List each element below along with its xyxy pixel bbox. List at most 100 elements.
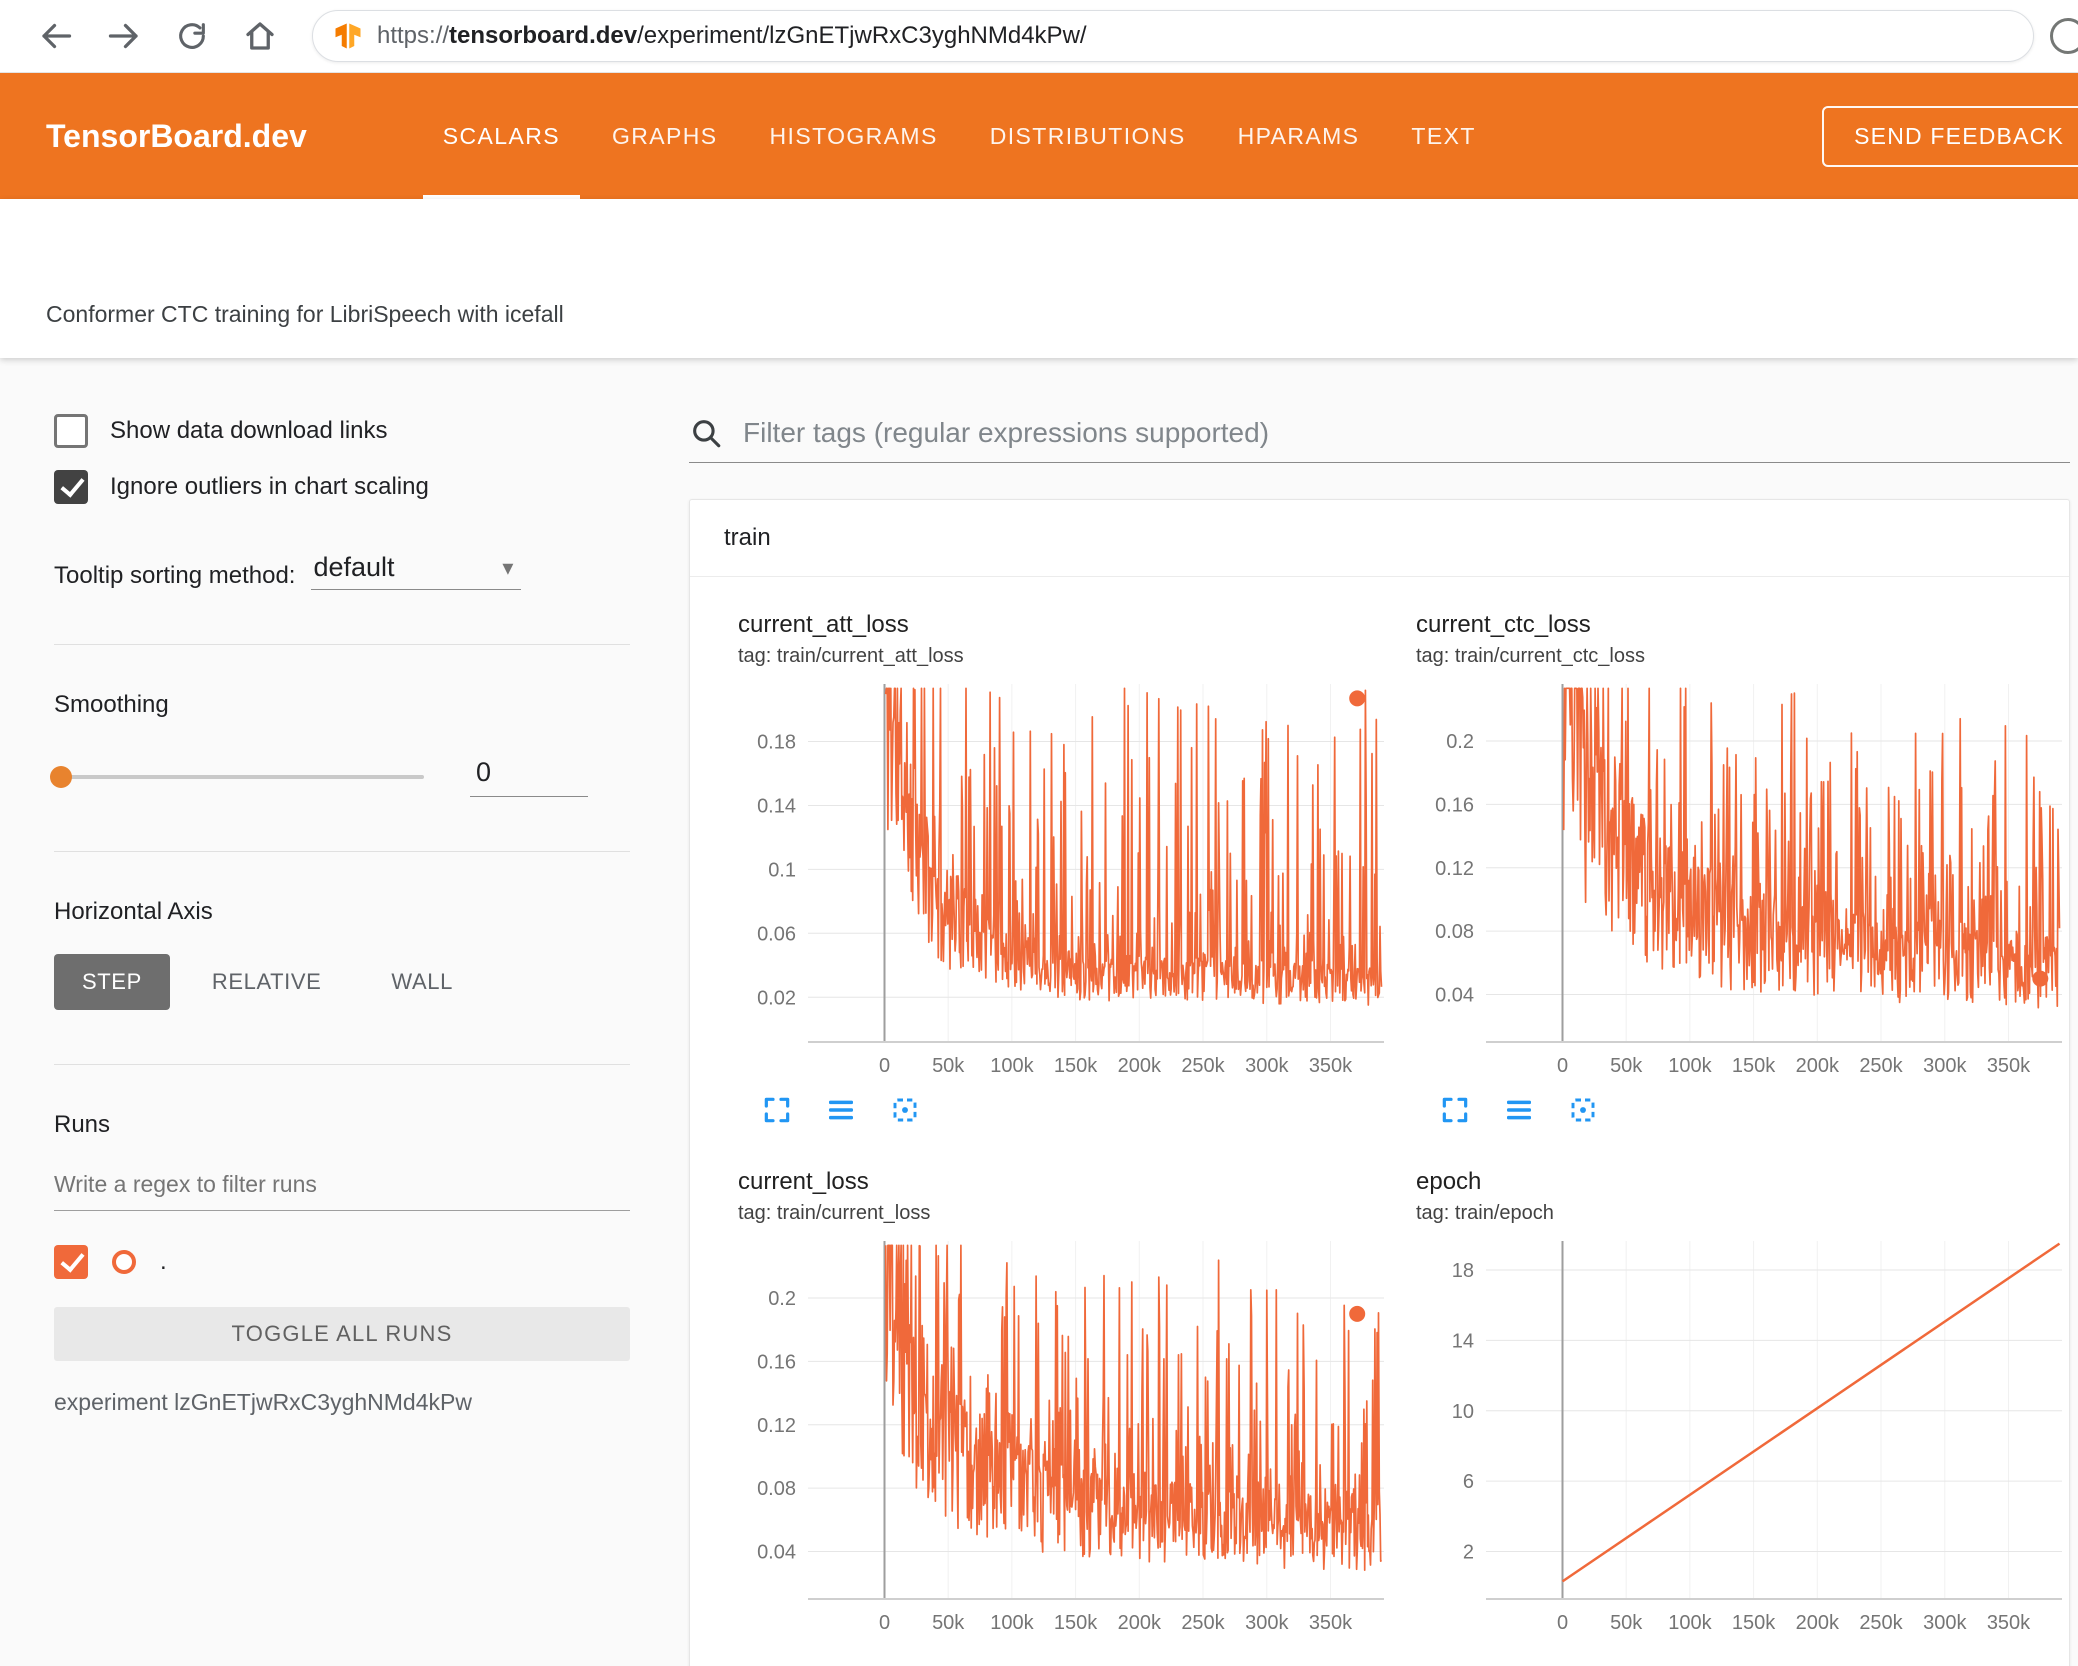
svg-text:300k: 300k (1245, 1612, 1289, 1634)
experiment-title: Conformer CTC training for LibriSpeech w… (46, 301, 564, 327)
app-header: TensorBoard.dev SCALARS GRAPHS HISTOGRAM… (0, 73, 2078, 199)
fullscreen-button[interactable] (760, 1093, 794, 1127)
smoothing-slider[interactable] (50, 766, 424, 788)
tab-scalars[interactable]: SCALARS (417, 73, 586, 199)
settings-sidebar: Show data download links Ignore outliers… (0, 358, 663, 1666)
url-bar[interactable]: https://tensorboard.dev/experiment/lzGnE… (312, 10, 2034, 62)
wall-button[interactable]: WALL (363, 954, 481, 1010)
tab-distributions[interactable]: DISTRIBUTIONS (964, 73, 1212, 199)
reload-icon (179, 23, 205, 49)
fullscreen-button[interactable] (1438, 1093, 1472, 1127)
ignore-outliers-row[interactable]: Ignore outliers in chart scaling (54, 470, 630, 504)
svg-text:350k: 350k (1987, 1055, 2031, 1077)
fit-domain-icon (1571, 1098, 1595, 1122)
chart-epoch: epoch tag: train/epoch 0 50k 100k 150k 200k 2… (1416, 1168, 2069, 1639)
send-feedback-button[interactable]: SEND FEEDBACK (1822, 105, 2078, 167)
tab-graphs[interactable]: GRAPHS (586, 73, 744, 199)
svg-text:150k: 150k (1732, 1055, 1776, 1077)
tab-histograms[interactable]: HISTOGRAMS (744, 73, 964, 199)
yaxis-toggle-button[interactable] (1502, 1093, 1536, 1127)
run-color-indicator[interactable] (112, 1250, 136, 1274)
svg-text:350k: 350k (1987, 1612, 2031, 1634)
svg-text:200k: 200k (1796, 1612, 1840, 1634)
tooltip-sorting-row: Tooltip sorting method: default ▾ (54, 552, 630, 590)
svg-text:100k: 100k (1668, 1055, 1712, 1077)
svg-text:0.04: 0.04 (1435, 985, 1474, 1007)
chart-plot[interactable]: 0 50k 100k 150k 200k 250k 300k 350k 0.04 0.08 0.12… (738, 1235, 1392, 1639)
chart-current-att-loss: current_att_loss tag: train/current_att_… (738, 611, 1392, 1128)
svg-text:0.1: 0.1 (768, 859, 796, 881)
runs-filter-input[interactable] (54, 1165, 630, 1211)
tab-hparams[interactable]: HPARAMS (1212, 73, 1386, 199)
profile-avatar[interactable] (2050, 18, 2078, 54)
svg-text:0.04: 0.04 (757, 1542, 796, 1564)
svg-text:6: 6 (1463, 1471, 1474, 1493)
content-area: Show data download links Ignore outliers… (0, 358, 2078, 1666)
svg-text:300k: 300k (1923, 1612, 1967, 1634)
run-label: . (160, 1248, 167, 1275)
chart-plot[interactable]: 0 50k 100k 150k 200k 250k 300k 350k 0.02 0.06 0.1 0… (738, 678, 1392, 1082)
svg-text:50k: 50k (1610, 1055, 1643, 1077)
url-scheme: https:// (377, 22, 450, 49)
svg-text:0.16: 0.16 (757, 1351, 796, 1373)
svg-text:0.2: 0.2 (1446, 731, 1474, 753)
run-list-item[interactable]: . (54, 1245, 630, 1279)
run-checkbox[interactable] (54, 1245, 88, 1279)
search-icon (689, 416, 723, 450)
browser-toolbar: https://tensorboard.dev/experiment/lzGnE… (0, 0, 2078, 73)
svg-text:0.08: 0.08 (1435, 921, 1474, 943)
chart-current-loss: current_loss tag: train/current_loss 0 50… (738, 1168, 1392, 1639)
ignore-outliers-label: Ignore outliers in chart scaling (110, 473, 429, 500)
svg-text:0.12: 0.12 (1435, 858, 1474, 880)
fit-domain-icon (893, 1098, 917, 1122)
chart-current-ctc-loss: current_ctc_loss tag: train/current_ctc_… (1416, 611, 2069, 1128)
svg-text:0: 0 (1557, 1055, 1568, 1077)
svg-text:150k: 150k (1732, 1612, 1776, 1634)
fit-data-button[interactable] (888, 1093, 922, 1127)
scalars-main: train current_att_loss tag: train/curren… (663, 358, 2078, 1666)
toggle-all-runs-button[interactable]: TOGGLE ALL RUNS (54, 1307, 630, 1361)
svg-text:100k: 100k (990, 1055, 1034, 1077)
svg-text:350k: 350k (1309, 1612, 1353, 1634)
tag-group-header[interactable]: train (690, 500, 2069, 577)
fit-data-button[interactable] (1566, 1093, 1600, 1127)
smoothing-value-input[interactable]: 0 (470, 757, 588, 797)
tooltip-sorting-dropdown[interactable]: default ▾ (311, 552, 522, 590)
horizontal-lines-icon (829, 1100, 853, 1120)
relative-button[interactable]: RELATIVE (184, 954, 350, 1010)
chart-plot[interactable]: 0 50k 100k 150k 200k 250k 300k 350k 2 6 10 14 18 (1416, 1235, 2069, 1639)
filter-tags-input[interactable] (741, 416, 2070, 450)
ignore-outliers-checkbox[interactable] (54, 470, 88, 504)
show-download-row[interactable]: Show data download links (54, 414, 630, 448)
charts-grid: current_att_loss tag: train/current_att_… (690, 577, 2069, 1666)
svg-text:150k: 150k (1054, 1055, 1098, 1077)
step-button[interactable]: STEP (54, 954, 170, 1010)
svg-text:50k: 50k (932, 1055, 965, 1077)
back-button[interactable] (36, 16, 76, 56)
forward-button[interactable] (104, 16, 144, 56)
smoothing-section: Smoothing 0 (50, 644, 630, 797)
general-settings-section: Show data download links Ignore outliers… (54, 414, 630, 590)
svg-text:350k: 350k (1309, 1055, 1353, 1077)
runs-label: Runs (54, 1111, 111, 1138)
show-download-checkbox[interactable] (54, 414, 88, 448)
slider-thumb[interactable] (50, 766, 72, 788)
url-text: https://tensorboard.dev/experiment/lzGnE… (377, 22, 1087, 50)
svg-text:0.2: 0.2 (768, 1288, 796, 1310)
chart-tag: tag: train/current_att_loss (738, 645, 964, 667)
nav-tabs: SCALARS GRAPHS HISTOGRAMS DISTRIBUTIONS … (417, 73, 1502, 199)
svg-text:150k: 150k (1054, 1612, 1098, 1634)
tab-text[interactable]: TEXT (1385, 73, 1501, 199)
tensorboard-favicon-icon (333, 21, 363, 51)
svg-text:250k: 250k (1859, 1055, 1903, 1077)
tag-group-title: train (724, 524, 771, 551)
chart-title: current_loss (738, 1168, 869, 1195)
tooltip-sorting-value: default (313, 552, 395, 582)
chart-plot[interactable]: 0 50k 100k 150k 200k 250k 300k 350k 0.04 0.08 0.12… (1416, 678, 2069, 1082)
yaxis-toggle-button[interactable] (824, 1093, 858, 1127)
chart-title: epoch (1416, 1168, 1482, 1195)
reload-button[interactable] (172, 16, 212, 56)
brand-logo[interactable]: TensorBoard.dev (46, 118, 307, 155)
home-button[interactable] (240, 16, 280, 56)
chart-toolbar (760, 1092, 1392, 1128)
